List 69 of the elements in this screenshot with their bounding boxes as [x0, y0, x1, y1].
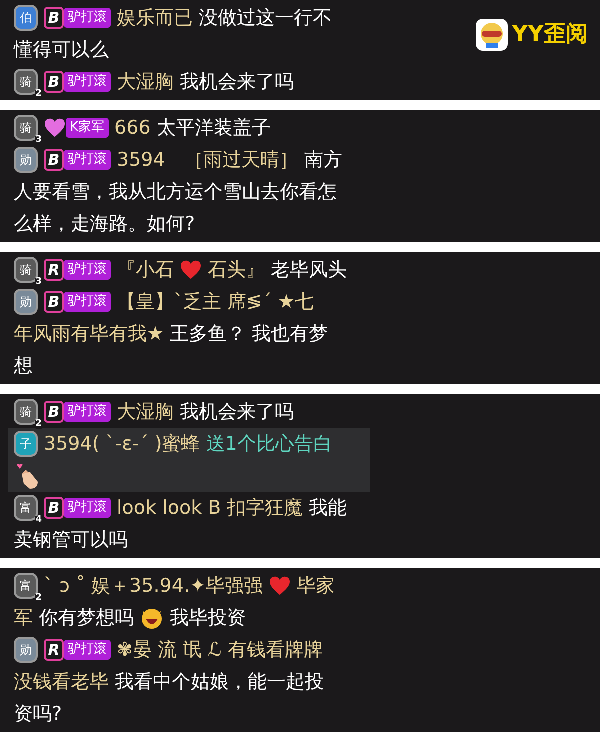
- message-text: 资吗?: [14, 702, 62, 727]
- fan-logo: B: [44, 149, 64, 171]
- fan-badge: K家军: [66, 118, 109, 138]
- message-text: 我能: [309, 496, 348, 521]
- message-text: 懂得可以么: [14, 38, 109, 63]
- message-text: 南方: [304, 148, 342, 173]
- user-name: 娱乐而已: [117, 6, 193, 31]
- user-name: look look B 扣字狂魔: [117, 496, 304, 521]
- level-number: 4: [34, 516, 43, 525]
- level-number: 2: [34, 420, 43, 429]
- user-name: 大湿胸: [117, 70, 174, 95]
- user-name: 3594 ［雨过天晴］: [117, 148, 298, 173]
- fan-logo: B: [44, 497, 64, 519]
- user-name: 大湿胸: [117, 400, 174, 425]
- fan-badge: 驴打滚: [64, 72, 111, 92]
- message-text: 我机会来了吗: [180, 70, 294, 95]
- laughing-emoji-icon: [140, 606, 164, 630]
- user-name: ✾晏 流 氓 ℒ 有钱看牌牌: [117, 638, 323, 663]
- fan-logo: R: [44, 639, 64, 661]
- message-text: 想: [14, 354, 33, 379]
- user-name: 没钱看老毕: [14, 670, 109, 695]
- user-name: 毕家: [296, 574, 335, 599]
- cat-mascot-icon: [476, 18, 508, 50]
- fan-logo: R: [44, 259, 64, 281]
- fan-logo: B: [44, 401, 64, 423]
- message-text: 我毕投资: [170, 606, 246, 631]
- fan-badge: 驴打滚: [64, 150, 111, 170]
- fan-logo: B: [44, 291, 64, 313]
- user-name: 石头』: [208, 258, 265, 283]
- user-name: 【皇】ˋ乏主 席≶ˊ ★七: [117, 290, 314, 315]
- level-badge: 勋: [14, 637, 38, 663]
- level-number: 3: [34, 278, 43, 287]
- user-name: 3594( ˋ-ε-ˊ )蜜蜂: [44, 432, 200, 457]
- user-name: 年风雨有毕有我★: [14, 322, 164, 347]
- message-text: 你有梦想吗: [39, 606, 134, 631]
- message-text: 王多鱼？ 我也有梦: [170, 322, 328, 347]
- fan-logo: B: [44, 7, 64, 29]
- message-text: 我机会来了吗: [180, 400, 294, 425]
- fan-badge: 驴打滚: [64, 260, 111, 280]
- fan-badge: 驴打滚: [64, 640, 111, 660]
- fan-badge: 驴打滚: [64, 8, 111, 28]
- watermark-logo-text: YY歪阅: [512, 21, 588, 49]
- user-name: 『小石: [117, 258, 174, 283]
- message-text: 没做过这一行不: [199, 6, 332, 31]
- user-name: ˋ ɔ ˚ 娱＋35.94.✦毕强强: [44, 574, 263, 599]
- fan-logo: B: [44, 71, 64, 93]
- fan-badge: 驴打滚: [64, 498, 111, 518]
- level-badge: 勋: [14, 147, 38, 173]
- heart-icon: [268, 576, 291, 596]
- finger-heart-icon: [14, 462, 40, 490]
- heart-icon: [180, 260, 202, 280]
- level-number: 3: [34, 136, 43, 145]
- message-text: 太平洋装盖子: [156, 116, 271, 141]
- message-text: 人要看雪，我从北方运个雪山去你看怎: [14, 180, 337, 205]
- level-badge: 勋: [14, 289, 38, 315]
- fan-badge: 驴打滚: [64, 402, 111, 422]
- message-text: 卖钢管可以吗: [14, 528, 128, 553]
- level-number: 2: [34, 594, 43, 603]
- level-badge: 子: [14, 431, 38, 457]
- message-text: 我看中个姑娘，能一起投: [115, 670, 324, 695]
- message-text: 么样，走海路。如何?: [14, 212, 196, 237]
- gift-text: 送1个比心告白: [206, 432, 332, 457]
- message-text: 老毕风头: [271, 258, 347, 283]
- heart-icon: [44, 118, 66, 138]
- fan-badge: 驴打滚: [64, 292, 111, 312]
- level-number: 2: [34, 90, 43, 99]
- level-badge: 伯: [14, 5, 38, 31]
- user-name: 666: [114, 116, 151, 141]
- user-name: 军: [14, 606, 33, 631]
